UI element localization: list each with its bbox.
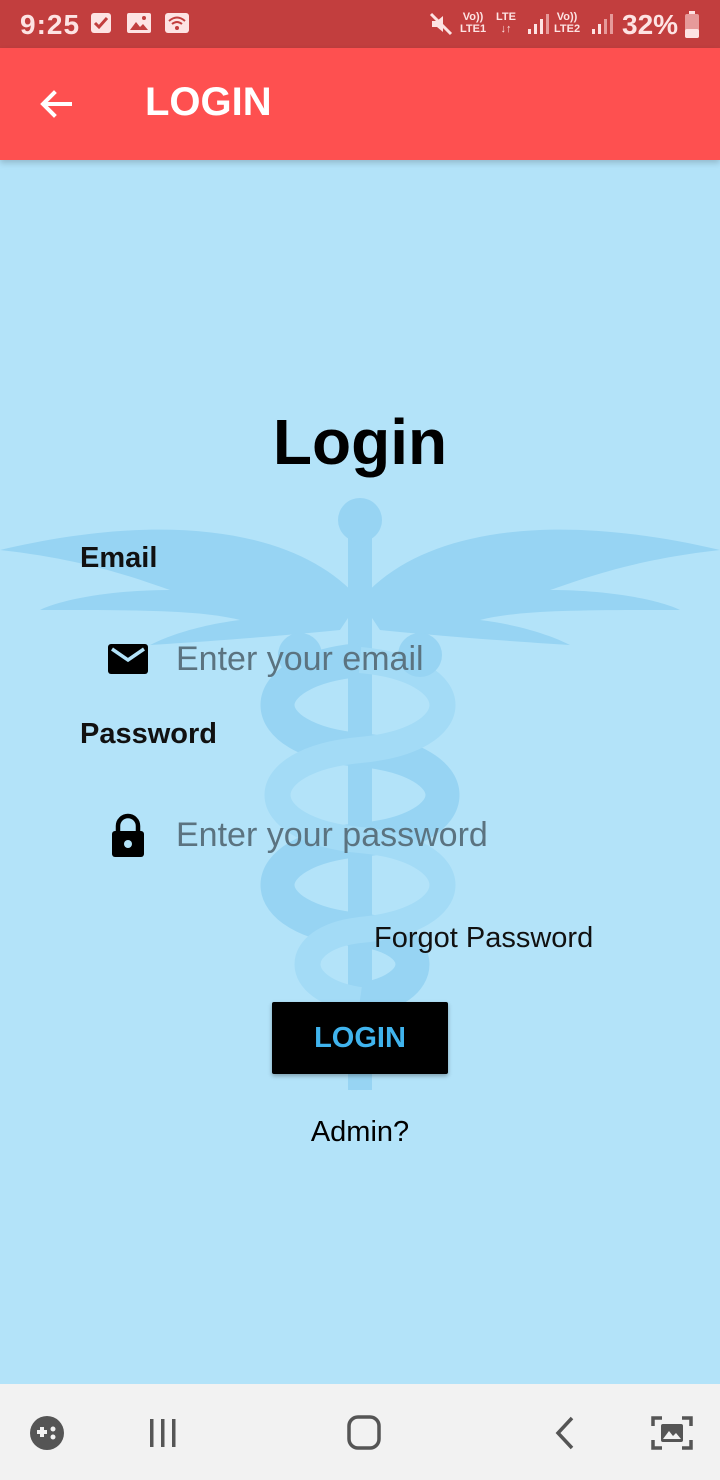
password-input[interactable] xyxy=(176,815,616,855)
task-done-icon xyxy=(91,13,111,33)
net3-bottom: LTE2 xyxy=(554,23,581,35)
login-content: Login Email Password Forgot Password LOG… xyxy=(0,160,720,1384)
recent-apps-icon[interactable] xyxy=(146,1416,180,1450)
system-nav-bar xyxy=(0,1384,720,1480)
net2-bottom: ↓↑ xyxy=(500,23,512,35)
status-time: 9:25 xyxy=(20,9,81,40)
wifi-icon xyxy=(165,13,189,33)
password-label: Password xyxy=(80,718,217,750)
password-row xyxy=(106,810,626,860)
email-row xyxy=(106,634,626,684)
network-lte2: Vo)) LTE2 xyxy=(554,11,580,35)
net3-top: Vo)) xyxy=(556,11,578,23)
nav-back-icon[interactable] xyxy=(550,1414,580,1452)
app-bar-title: LOGIN xyxy=(145,80,272,124)
network-lte1: Vo)) LTE1 xyxy=(460,11,486,35)
signal-2-icon xyxy=(592,14,613,34)
email-label: Email xyxy=(80,542,158,574)
gallery-icon xyxy=(127,13,151,33)
lock-icon xyxy=(112,813,144,857)
signal-icon xyxy=(528,14,549,34)
forgot-password-link[interactable]: Forgot Password xyxy=(374,922,593,955)
email-input[interactable] xyxy=(176,639,616,679)
game-launcher-icon[interactable] xyxy=(28,1414,66,1452)
network-lte: LTE ↓↑ xyxy=(496,11,516,35)
net1-top: Vo)) xyxy=(462,11,484,23)
screenshot-icon[interactable] xyxy=(650,1414,694,1452)
back-arrow-icon[interactable] xyxy=(36,84,76,124)
app-bar: LOGIN xyxy=(0,48,720,160)
login-heading: Login xyxy=(272,406,448,478)
home-icon[interactable] xyxy=(344,1414,384,1452)
status-bar: 9:25 Vo)) LTE1 LTE ↓↑ Vo)) LTE2 32% xyxy=(0,0,720,48)
net1-bottom: LTE1 xyxy=(460,23,487,35)
admin-link[interactable]: Admin? xyxy=(0,1116,720,1149)
net2-top: LTE xyxy=(496,11,516,23)
mail-icon xyxy=(108,644,148,674)
battery-percent: 32% xyxy=(622,9,679,40)
battery-icon xyxy=(685,11,699,38)
mute-icon xyxy=(429,12,453,36)
login-button[interactable]: LOGIN xyxy=(272,1002,448,1074)
